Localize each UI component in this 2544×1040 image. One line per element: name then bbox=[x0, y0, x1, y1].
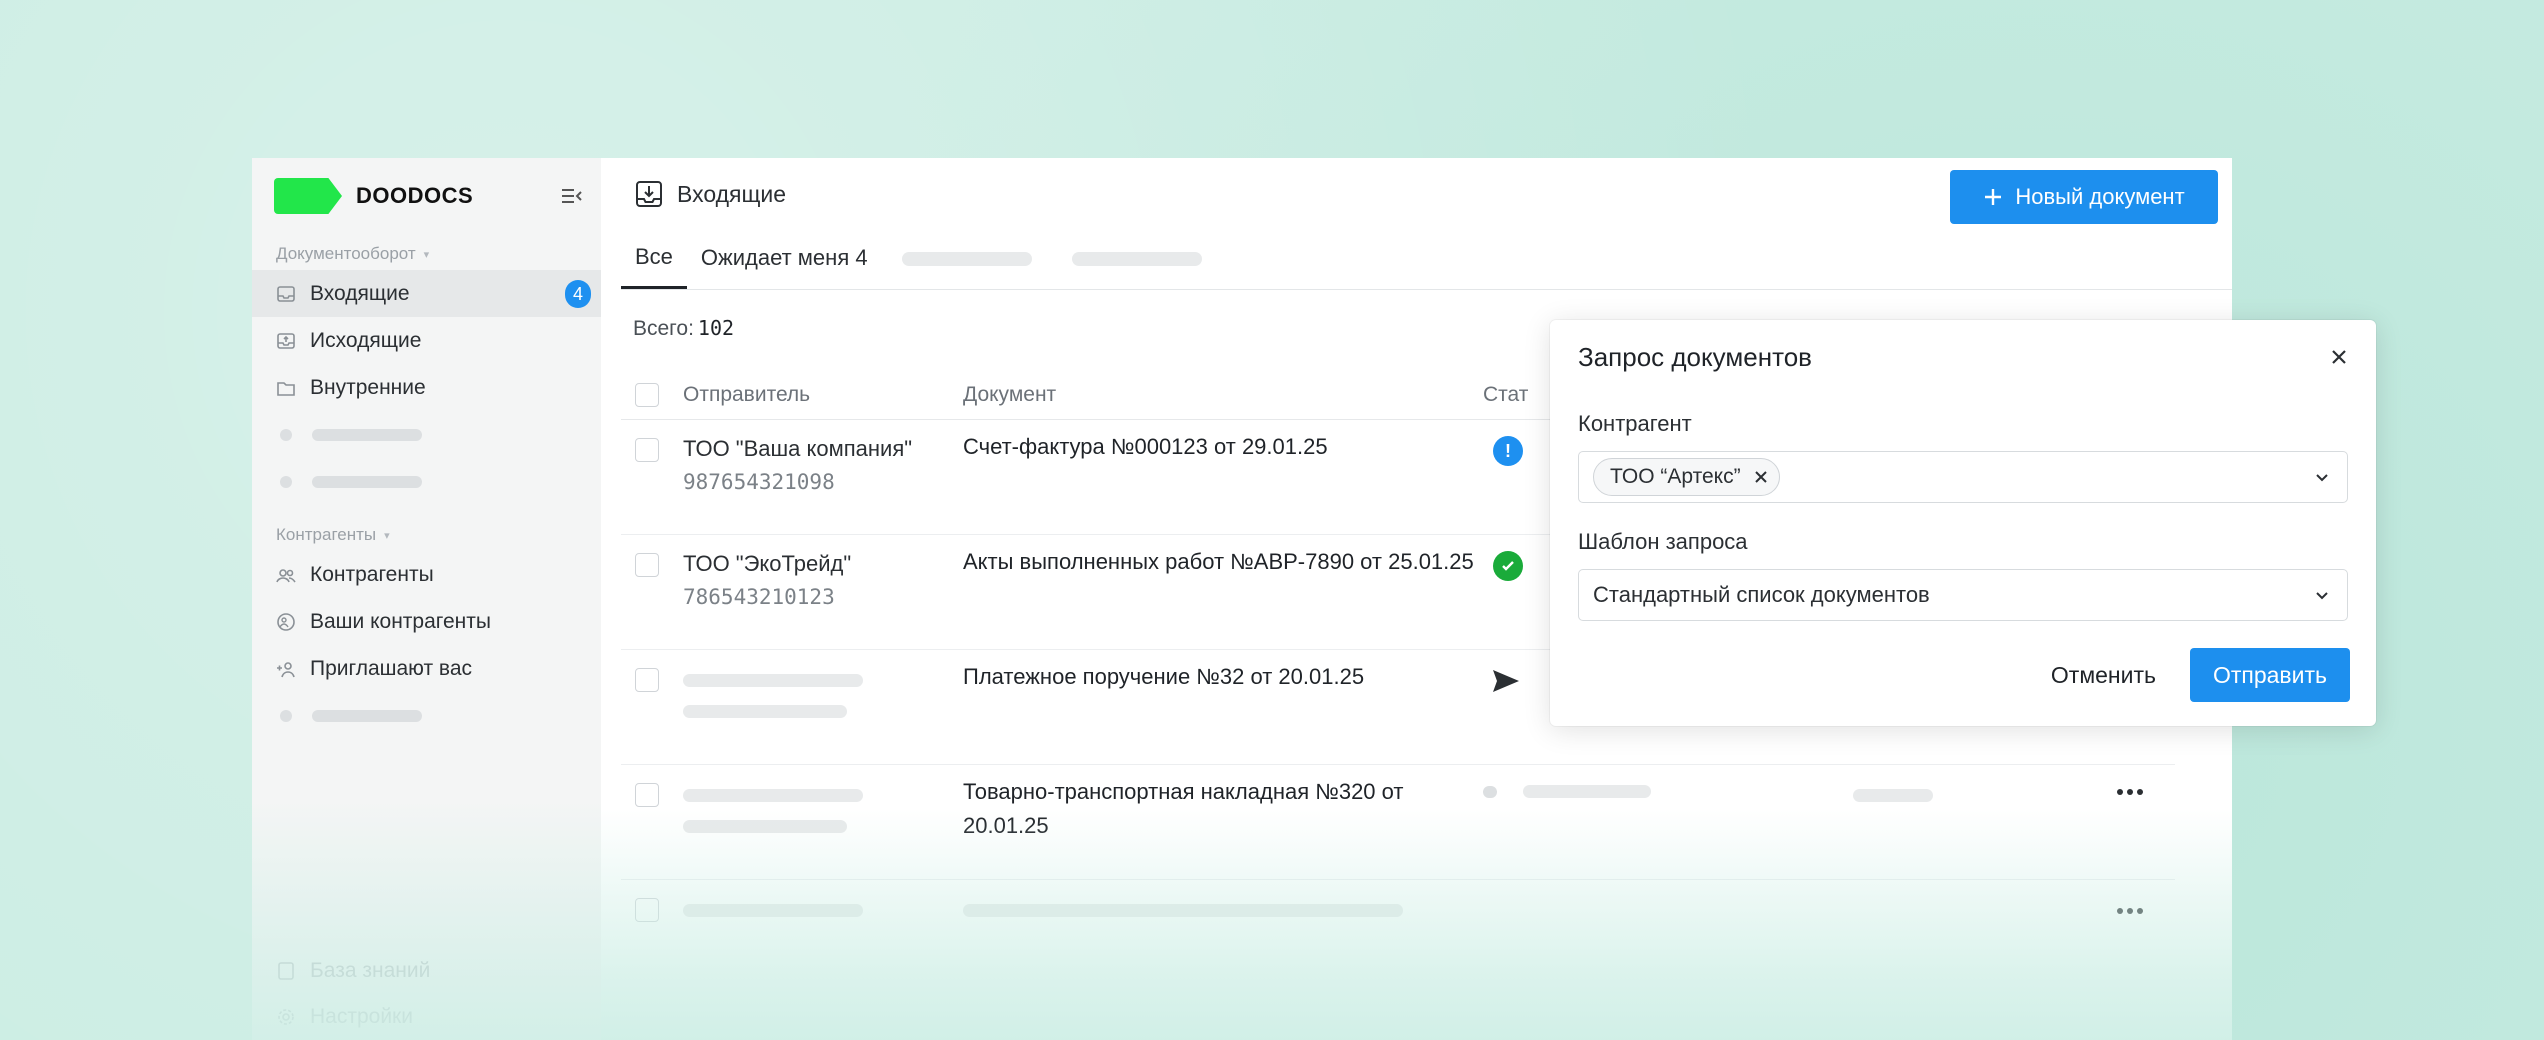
select-all-checkbox[interactable] bbox=[635, 382, 659, 407]
chevron-down-icon: ▾ bbox=[423, 248, 430, 261]
tab-all[interactable]: Все bbox=[621, 227, 687, 289]
book-icon bbox=[276, 961, 296, 981]
sender-inn: 786543210123 bbox=[683, 585, 835, 609]
document-name[interactable]: Акты выполненных работ №АВР-7890 от 25.0… bbox=[963, 545, 1483, 579]
sidebar-item-invitations[interactable]: Приглашают вас bbox=[252, 645, 601, 692]
document-name[interactable]: Товарно-транспортная накладная №320 от 2… bbox=[963, 775, 1483, 843]
sidebar-item-placeholder bbox=[252, 411, 601, 458]
row-checkbox[interactable] bbox=[635, 438, 659, 462]
sender-placeholder bbox=[683, 789, 863, 802]
gear-icon bbox=[276, 1007, 296, 1027]
plus-icon bbox=[1985, 189, 2002, 205]
info-status-icon: ! bbox=[1493, 436, 1523, 466]
page-title: Входящие bbox=[635, 180, 786, 208]
table-row[interactable] bbox=[621, 880, 2175, 995]
total-count: Всего: 102 bbox=[633, 316, 735, 340]
sender-inn: 987654321098 bbox=[683, 470, 835, 494]
template-label: Шаблон запроса bbox=[1578, 529, 1748, 554]
row-checkbox[interactable] bbox=[635, 553, 659, 577]
more-actions-icon[interactable] bbox=[2117, 789, 2143, 795]
invite-icon bbox=[276, 659, 296, 679]
section-counterparties[interactable]: Контрагенты ▾ bbox=[252, 525, 601, 545]
new-document-button[interactable]: Новый документ bbox=[1950, 170, 2218, 224]
sidebar-item-internal[interactable]: Внутренние bbox=[252, 364, 601, 411]
sidebar-item-label: Входящие bbox=[310, 281, 410, 305]
sidebar-item-label: База знаний bbox=[310, 959, 431, 982]
sender-placeholder bbox=[683, 904, 863, 917]
sidebar-item-label: Приглашают вас bbox=[310, 656, 473, 680]
sidebar-item-label: Внутренние bbox=[310, 375, 426, 399]
counterparty-select[interactable]: ТОО “Артекс” bbox=[1578, 451, 2348, 503]
inbox-icon bbox=[276, 284, 296, 304]
sidebar-item-counterparties[interactable]: Контрагенты bbox=[252, 551, 601, 598]
total-value: 102 bbox=[697, 316, 735, 340]
collapse-sidebar-icon[interactable] bbox=[561, 186, 583, 206]
row-checkbox[interactable] bbox=[635, 898, 659, 922]
remove-chip-icon[interactable] bbox=[1753, 469, 1769, 485]
table-row[interactable]: Товарно-транспортная накладная №320 от 2… bbox=[621, 765, 2175, 880]
logo-text: DOODOCS bbox=[356, 183, 474, 208]
check-status-icon bbox=[1493, 551, 1523, 581]
sender-placeholder bbox=[683, 705, 847, 718]
sidebar-item-label: Контрагенты bbox=[310, 562, 434, 586]
partners-icon bbox=[276, 612, 296, 632]
users-icon bbox=[276, 565, 296, 585]
template-value: Стандартный список документов bbox=[1593, 582, 1930, 607]
sender-name: ТОО "Ваша компания" bbox=[683, 436, 913, 461]
sidebar: DOODOCS Документооборот ▾ Входящие 4 Исхо… bbox=[252, 158, 601, 1040]
status-placeholder bbox=[1523, 785, 1651, 798]
sidebar-item-label: Настройки bbox=[310, 1005, 413, 1028]
folder-icon bbox=[276, 378, 296, 398]
sidebar-item-placeholder bbox=[252, 458, 601, 505]
dialog-title: Запрос документов bbox=[1578, 342, 1812, 372]
more-actions-icon[interactable] bbox=[2117, 908, 2143, 914]
inbox-count-badge: 4 bbox=[565, 280, 591, 308]
sidebar-item-inbox[interactable]: Входящие 4 bbox=[252, 270, 601, 317]
column-sender[interactable]: Отправитель bbox=[683, 383, 963, 407]
date-placeholder bbox=[1853, 789, 1933, 802]
logo-mark bbox=[274, 178, 342, 214]
sidebar-item-your-counterparties[interactable]: Ваши контрагенты bbox=[252, 598, 601, 645]
sidebar-item-label: Ваши контрагенты bbox=[310, 609, 491, 633]
request-documents-dialog: Запрос документов Контрагент ТОО “Артекс… bbox=[1550, 320, 2376, 726]
tab-bar: Все Ожидает меня 4 bbox=[621, 228, 2232, 290]
tab-placeholder bbox=[1071, 251, 1202, 266]
row-checkbox[interactable] bbox=[635, 783, 659, 807]
row-checkbox[interactable] bbox=[635, 668, 659, 692]
dialog-actions: Отменить Отправить bbox=[2035, 648, 2350, 702]
sidebar-bottom: База знаний Настройки bbox=[276, 948, 576, 1040]
sender-placeholder bbox=[683, 820, 847, 833]
chevron-down-icon: ▾ bbox=[384, 529, 390, 542]
inbox-icon bbox=[636, 181, 662, 207]
logo[interactable]: DOODOCS bbox=[252, 176, 601, 216]
counterparty-chip[interactable]: ТОО “Артекс” bbox=[1593, 458, 1780, 496]
chevron-down-icon[interactable] bbox=[2313, 468, 2331, 486]
sidebar-item-outbox[interactable]: Исходящие bbox=[252, 317, 601, 364]
close-icon[interactable] bbox=[2328, 346, 2350, 368]
counterparty-label: Контрагент bbox=[1578, 411, 1692, 436]
status-placeholder bbox=[1483, 785, 1497, 798]
document-placeholder bbox=[963, 904, 1403, 917]
sidebar-item-placeholder bbox=[252, 692, 601, 739]
send-button[interactable]: Отправить bbox=[2190, 648, 2350, 702]
document-name[interactable]: Счет-фактура №000123 от 29.01.25 bbox=[963, 430, 1483, 464]
chevron-down-icon[interactable] bbox=[2313, 586, 2331, 604]
sender-placeholder bbox=[683, 674, 863, 687]
send-status-icon bbox=[1493, 670, 1519, 692]
tab-placeholder bbox=[901, 251, 1032, 266]
sidebar-item-settings[interactable]: Настройки bbox=[276, 994, 576, 1040]
document-name[interactable]: Платежное поручение №32 от 20.01.25 bbox=[963, 660, 1483, 694]
outbox-icon bbox=[276, 331, 296, 351]
sidebar-item-knowledge-base[interactable]: База знаний bbox=[276, 948, 576, 994]
sidebar-item-label: Исходящие bbox=[310, 328, 422, 352]
template-select[interactable]: Стандартный список документов bbox=[1578, 569, 2348, 621]
tab-awaiting-me[interactable]: Ожидает меня 4 bbox=[687, 227, 882, 289]
cancel-button[interactable]: Отменить bbox=[2035, 650, 2172, 701]
column-document[interactable]: Документ bbox=[963, 383, 1483, 407]
sender-name: ТОО "ЭкоТрейд" bbox=[683, 551, 852, 576]
section-documents[interactable]: Документооборот ▾ bbox=[252, 244, 601, 264]
